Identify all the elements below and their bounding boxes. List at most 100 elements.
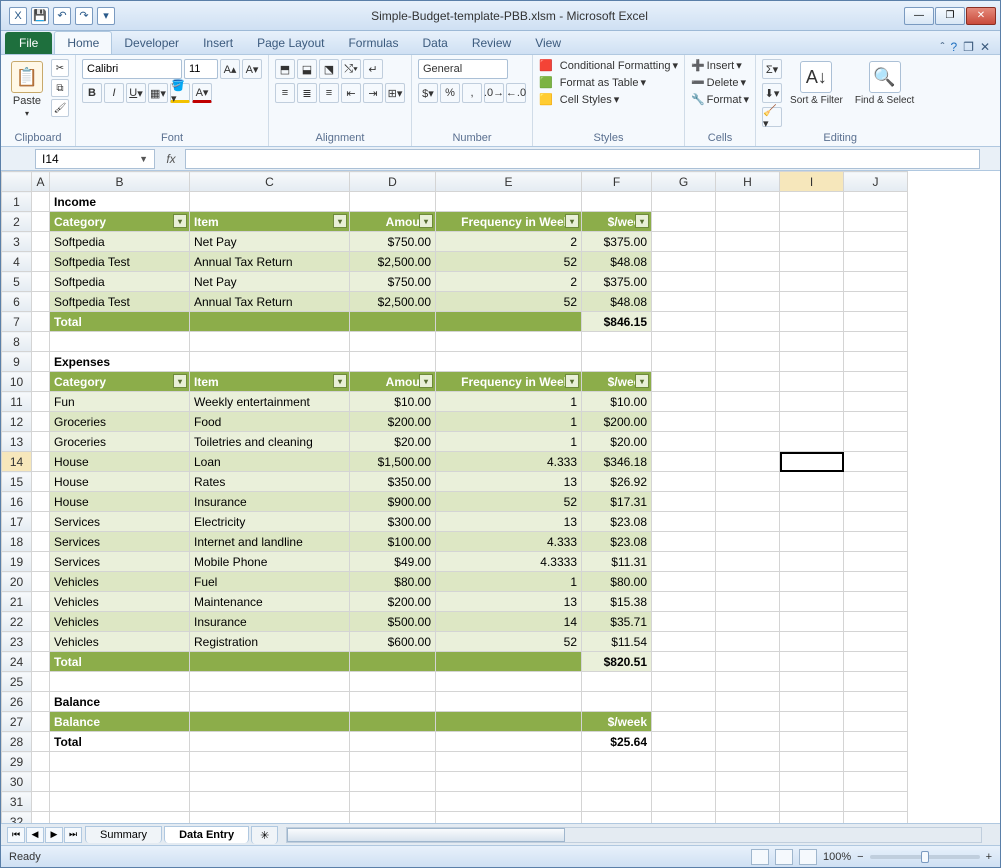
- cell[interactable]: $10.00: [350, 392, 436, 412]
- sheet-tab-new[interactable]: ✳: [251, 826, 278, 844]
- zoom-in-icon[interactable]: +: [986, 851, 992, 863]
- cell[interactable]: $/week: [582, 712, 652, 732]
- cell[interactable]: Expenses: [50, 352, 190, 372]
- cell[interactable]: [350, 712, 436, 732]
- cell[interactable]: Frequency in Weeks▾: [436, 212, 582, 232]
- font-name-input[interactable]: [82, 59, 182, 79]
- cell[interactable]: [780, 372, 844, 392]
- cell[interactable]: $20.00: [582, 432, 652, 452]
- row-header[interactable]: 21: [2, 592, 32, 612]
- cell[interactable]: $48.08: [582, 252, 652, 272]
- cell[interactable]: [844, 232, 908, 252]
- name-box[interactable]: I14▼: [35, 149, 155, 169]
- cell[interactable]: [32, 412, 50, 432]
- cell[interactable]: [582, 812, 652, 824]
- cell[interactable]: [50, 752, 190, 772]
- cell[interactable]: 1: [436, 572, 582, 592]
- cell[interactable]: [780, 392, 844, 412]
- cell[interactable]: Weekly entertainment: [190, 392, 350, 412]
- cell[interactable]: Softpedia Test: [50, 292, 190, 312]
- cell[interactable]: [780, 732, 844, 752]
- fill-color-button[interactable]: 🪣▾: [170, 83, 190, 103]
- currency-icon[interactable]: $▾: [418, 83, 438, 103]
- cell[interactable]: [844, 372, 908, 392]
- cell[interactable]: [716, 452, 780, 472]
- cell[interactable]: [350, 332, 436, 352]
- cell[interactable]: 13: [436, 592, 582, 612]
- cell[interactable]: [190, 712, 350, 732]
- cell[interactable]: [652, 272, 716, 292]
- cell[interactable]: [780, 232, 844, 252]
- decrease-indent-icon[interactable]: ⇤: [341, 83, 361, 103]
- cell[interactable]: $375.00: [582, 232, 652, 252]
- cell[interactable]: [32, 452, 50, 472]
- clear-icon[interactable]: 🧹▾: [762, 107, 782, 127]
- cell[interactable]: Category▾: [50, 372, 190, 392]
- undo-icon[interactable]: ↶: [53, 7, 71, 25]
- cell[interactable]: [844, 632, 908, 652]
- cell[interactable]: [780, 412, 844, 432]
- sheet-tab-summary[interactable]: Summary: [85, 826, 162, 843]
- cell[interactable]: $750.00: [350, 232, 436, 252]
- cell[interactable]: [350, 352, 436, 372]
- cell[interactable]: [32, 532, 50, 552]
- cell[interactable]: 4.333: [436, 452, 582, 472]
- cell[interactable]: [190, 352, 350, 372]
- cell[interactable]: Fun: [50, 392, 190, 412]
- cell[interactable]: [32, 352, 50, 372]
- cell[interactable]: [436, 692, 582, 712]
- cell[interactable]: [652, 652, 716, 672]
- cell[interactable]: $20.00: [350, 432, 436, 452]
- fill-icon[interactable]: ⬇▾: [762, 83, 782, 103]
- cell[interactable]: [350, 672, 436, 692]
- align-left-icon[interactable]: ≡: [275, 83, 295, 103]
- cell[interactable]: Amount▾: [350, 372, 436, 392]
- cell[interactable]: [436, 672, 582, 692]
- cell[interactable]: [190, 652, 350, 672]
- cell[interactable]: [716, 232, 780, 252]
- column-header-H[interactable]: H: [716, 172, 780, 192]
- cell[interactable]: 52: [436, 252, 582, 272]
- cell[interactable]: [844, 772, 908, 792]
- increase-font-icon[interactable]: A▴: [220, 59, 240, 79]
- cell[interactable]: [32, 392, 50, 412]
- cell[interactable]: Net Pay: [190, 232, 350, 252]
- cell[interactable]: Balance: [50, 712, 190, 732]
- row-header[interactable]: 32: [2, 812, 32, 824]
- cut-icon[interactable]: ✂: [51, 59, 69, 77]
- cell[interactable]: [652, 572, 716, 592]
- cell[interactable]: Toiletries and cleaning: [190, 432, 350, 452]
- cell[interactable]: [844, 412, 908, 432]
- cell[interactable]: [716, 492, 780, 512]
- cell[interactable]: $80.00: [350, 572, 436, 592]
- cell[interactable]: [780, 252, 844, 272]
- cell[interactable]: Frequency in Weeks▾: [436, 372, 582, 392]
- row-header[interactable]: 28: [2, 732, 32, 752]
- cell[interactable]: [716, 332, 780, 352]
- paste-button[interactable]: 📋 Paste▾: [7, 59, 47, 120]
- cell[interactable]: [844, 612, 908, 632]
- cell[interactable]: [780, 312, 844, 332]
- row-header[interactable]: 11: [2, 392, 32, 412]
- tab-review[interactable]: Review: [460, 32, 523, 54]
- cell[interactable]: [350, 792, 436, 812]
- cell[interactable]: 13: [436, 472, 582, 492]
- cell[interactable]: [652, 712, 716, 732]
- cell[interactable]: [652, 792, 716, 812]
- cell[interactable]: $375.00: [582, 272, 652, 292]
- redo-icon[interactable]: ↷: [75, 7, 93, 25]
- cell[interactable]: [190, 752, 350, 772]
- row-header[interactable]: 19: [2, 552, 32, 572]
- align-right-icon[interactable]: ≡: [319, 83, 339, 103]
- row-header[interactable]: 7: [2, 312, 32, 332]
- cell[interactable]: [844, 592, 908, 612]
- cell[interactable]: [844, 292, 908, 312]
- cell[interactable]: Category▾: [50, 212, 190, 232]
- column-header-C[interactable]: C: [190, 172, 350, 192]
- row-header[interactable]: 3: [2, 232, 32, 252]
- cell[interactable]: [780, 752, 844, 772]
- align-middle-icon[interactable]: ⬓: [297, 59, 317, 79]
- cell[interactable]: [652, 812, 716, 824]
- cell[interactable]: [32, 372, 50, 392]
- delete-cells-button[interactable]: ➖Delete▾: [691, 76, 746, 89]
